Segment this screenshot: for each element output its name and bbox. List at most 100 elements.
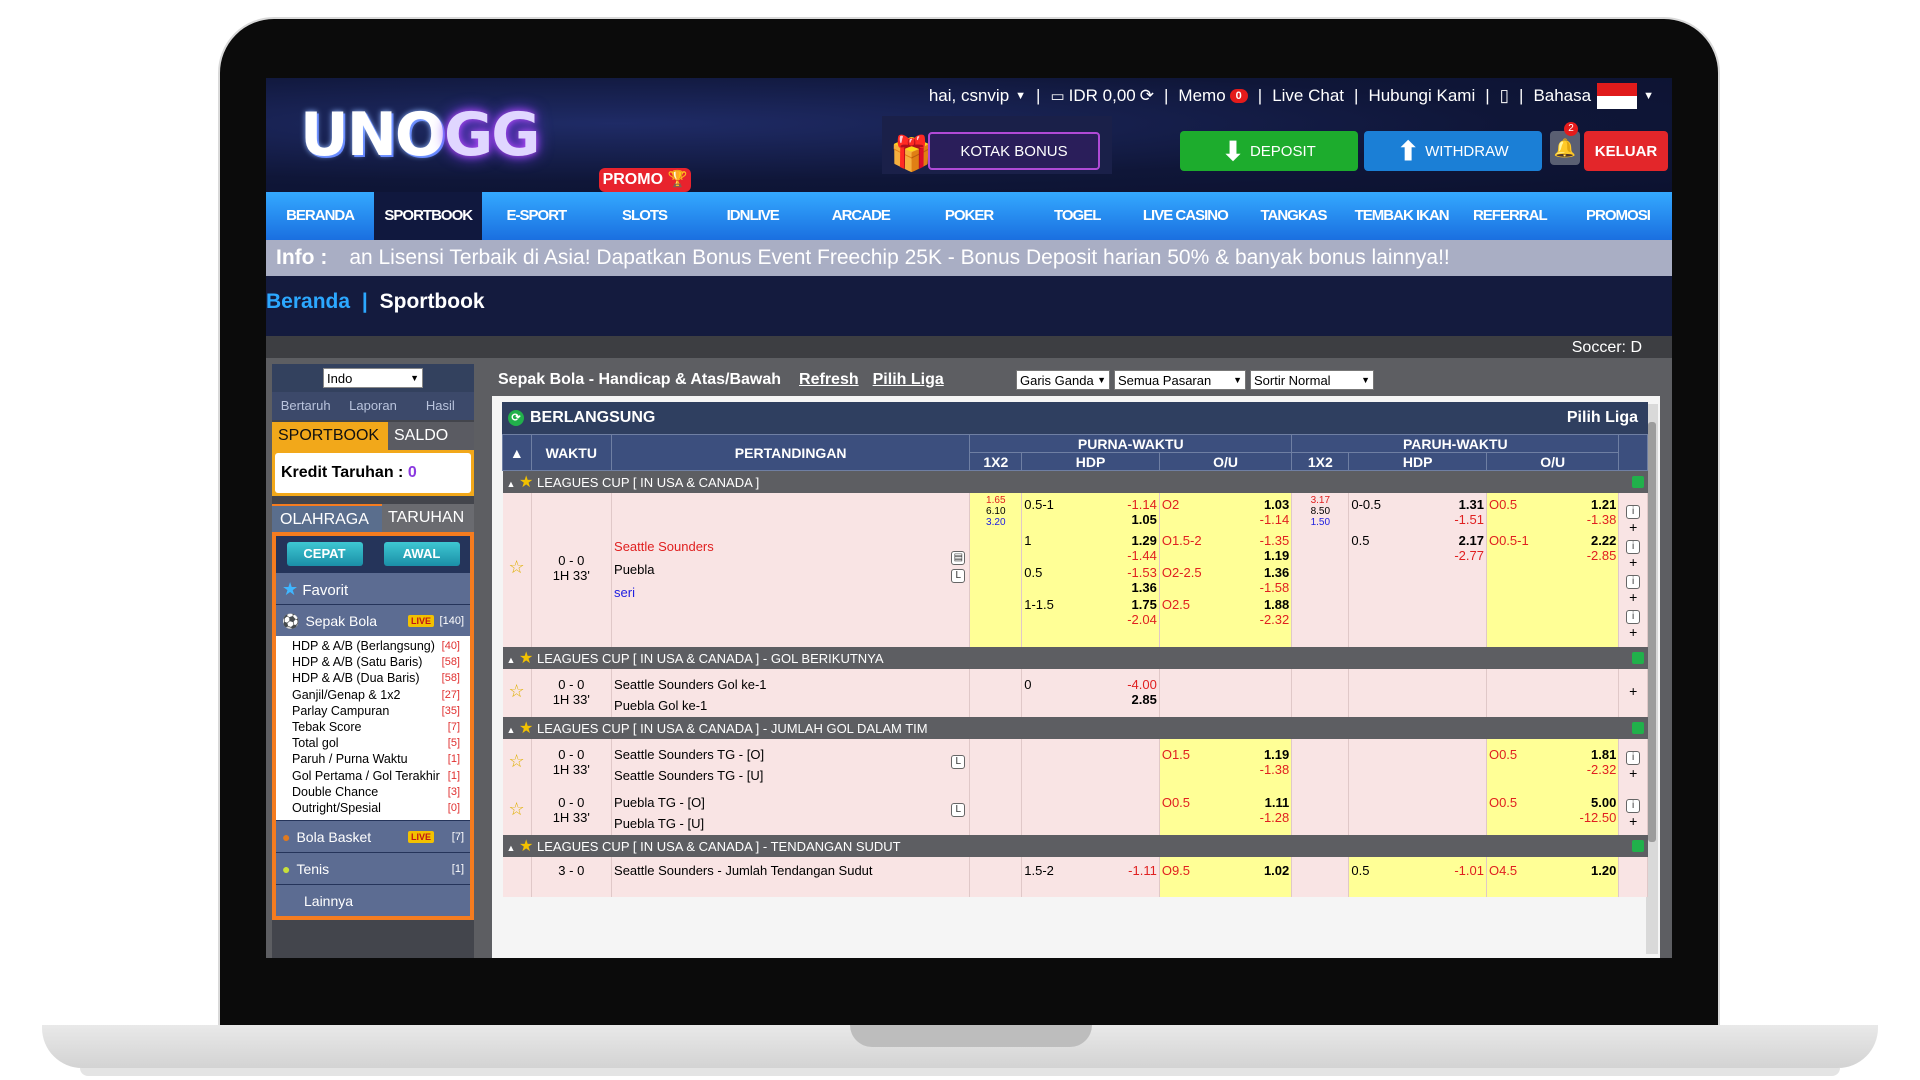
contact-link[interactable]: Hubungi Kami (1368, 86, 1475, 106)
favorite-star-icon[interactable]: ☆ (508, 557, 524, 577)
live-chat-link[interactable]: Live Chat (1272, 86, 1344, 106)
pilih-liga-link[interactable]: Pilih Liga (873, 371, 944, 389)
submenu-item[interactable]: Total gol [5] (292, 735, 470, 751)
tab-taruhan[interactable]: TARUHAN (382, 504, 474, 532)
info-icon[interactable]: i (1626, 574, 1641, 589)
sport-lainnya[interactable]: Lainnya (276, 884, 470, 917)
tab-saldo[interactable]: SALDO (388, 422, 474, 450)
odds-panel-header: Sepak Bola - Handicap & Atas/Bawah Refre… (492, 364, 1660, 396)
favorit-item[interactable]: ★ Favorit (276, 572, 470, 604)
submenu-item[interactable]: Outright/Spesial [0] (292, 800, 470, 816)
plus-icon[interactable]: + (1619, 813, 1647, 829)
nav-arcade[interactable]: ARCADE (807, 192, 915, 240)
tab-sportbook[interactable]: SPORTBOOK (272, 422, 388, 450)
plus-icon[interactable]: + (1629, 683, 1637, 699)
nav-beranda[interactable]: BERANDA (266, 192, 374, 240)
link-laporan[interactable]: Laporan (339, 392, 406, 420)
submenu-item[interactable]: HDP & A/B (Berlangsung) [40] (292, 638, 470, 654)
link-hasil[interactable]: Hasil (407, 392, 474, 420)
promo-tag: PROMO 🏆 (599, 168, 691, 192)
refresh-icon (1631, 839, 1644, 852)
plus-icon[interactable]: + (1619, 554, 1647, 571)
chevron-down-icon[interactable]: ▼ (1643, 90, 1654, 102)
col-1x2-ht: 1X2 (1291, 452, 1350, 471)
nav-slots[interactable]: SLOTS (590, 192, 698, 240)
memo-link[interactable]: Memo (1178, 86, 1225, 106)
favorite-star-icon[interactable]: ☆ (508, 751, 524, 771)
soccer-header: Soccer: D (266, 336, 1672, 358)
nav-poker[interactable]: POKER (915, 192, 1023, 240)
submenu-item[interactable]: Double Chance [3] (292, 784, 470, 800)
sport-sepak-bola[interactable]: ⚽ Sepak Bola LIVE [140] (276, 604, 470, 636)
info-icon[interactable]: i (1626, 609, 1641, 624)
sport-tenis[interactable]: ● Tenis [1] (276, 852, 470, 885)
plus-icon[interactable]: + (1619, 765, 1647, 781)
star-icon: ★ (282, 579, 299, 599)
live-l-icon[interactable]: L (951, 568, 966, 583)
wallet-icon: ▭ (1050, 88, 1065, 105)
info-icon[interactable]: i (1626, 798, 1641, 813)
submenu-item[interactable]: HDP & A/B (Satu Baris) [58] (292, 654, 470, 670)
refresh-link[interactable]: Refresh (799, 371, 859, 389)
submenu-item[interactable]: Paruh / Purna Waktu [1] (292, 751, 470, 767)
nav-tembak-ikan[interactable]: TEMBAK IKAN (1348, 192, 1456, 240)
favorite-star-icon[interactable]: ☆ (508, 799, 524, 819)
bell-icon[interactable]: 🔔 (1550, 131, 1580, 165)
kotak-bonus-button[interactable]: KOTAK BONUS (928, 132, 1100, 170)
nav-sportbook[interactable]: SPORTBOOK (374, 192, 483, 240)
nav-tangkas[interactable]: TANGKAS (1239, 192, 1347, 240)
nav-promosi[interactable]: PROMOSI (1564, 192, 1672, 240)
info-icon[interactable]: i (1626, 539, 1641, 554)
nav-live-casino[interactable]: LIVE CASINO (1131, 192, 1239, 240)
chevron-down-icon[interactable]: ▼ (1015, 90, 1026, 102)
user-greeting[interactable]: hai, csnvip (929, 86, 1009, 106)
info-icon[interactable]: i (1626, 504, 1641, 519)
submenu-item[interactable]: Tebak Score [7] (292, 719, 470, 735)
plus-icon[interactable]: + (1619, 589, 1647, 606)
plus-icon[interactable]: + (1619, 624, 1647, 641)
mobile-icon[interactable]: ▯ (1500, 86, 1509, 106)
live-l-icon[interactable]: L (951, 802, 966, 817)
sort-select[interactable]: Sortir Normal ▼ (1250, 370, 1374, 390)
logout-button[interactable]: KELUAR (1584, 131, 1668, 171)
league-row[interactable]: ▲ ★ LEAGUES CUP [ IN USA & CANADA ] - GO… (502, 646, 1648, 669)
refresh-icon[interactable]: ⟳ (508, 410, 524, 426)
live-l-icon[interactable]: L (951, 754, 966, 769)
soccer-submenu: HDP & A/B (Berlangsung) [40] HDP & A/B (S… (276, 636, 470, 821)
league-row[interactable]: ▲ ★ LEAGUES CUP [ IN USA & CANADA ] - TE… (502, 834, 1648, 857)
sort-arrow-icon[interactable]: ▲ (502, 434, 532, 471)
deposit-button[interactable]: ⬇ DEPOSIT (1180, 131, 1358, 171)
line-select[interactable]: Garis Ganda ▼ (1016, 370, 1110, 390)
nav-togel[interactable]: TOGEL (1023, 192, 1131, 240)
tab-olahraga[interactable]: OLAHRAGA (272, 504, 382, 532)
league-row[interactable]: ▲ ★ LEAGUES CUP [ IN USA & CANADA ] - JU… (502, 716, 1648, 739)
nav-esport[interactable]: E-SPORT (482, 192, 590, 240)
plus-icon[interactable]: + (1619, 519, 1647, 536)
calendar-icon[interactable]: ▤ (951, 550, 966, 565)
indonesia-flag-icon[interactable] (1597, 83, 1638, 109)
submenu-item[interactable]: Ganjil/Genap & 1x2 [27] (292, 687, 470, 703)
nav-referral[interactable]: REFERRAL (1456, 192, 1564, 240)
live-pilih-liga[interactable]: Pilih Liga (1567, 402, 1638, 434)
withdraw-button[interactable]: ⬆ WITHDRAW (1364, 131, 1542, 171)
sport-bola-basket[interactable]: ● Bola Basket LIVE [7] (276, 820, 470, 853)
refresh-icon (1631, 721, 1644, 734)
cepat-button[interactable]: CEPAT (286, 542, 363, 566)
submenu-item[interactable]: HDP & A/B (Dua Baris) [58] (292, 670, 470, 686)
laptop-notch (850, 1025, 1092, 1047)
submenu-item[interactable]: Parlay Campuran [35] (292, 703, 470, 719)
language-label[interactable]: Bahasa (1533, 86, 1591, 106)
tennis-ball-icon: ● (282, 860, 291, 877)
league-row[interactable]: ▲ ★ LEAGUES CUP [ IN USA & CANADA ] (502, 470, 1648, 493)
odds-format-select[interactable]: Indo ▼ (323, 368, 423, 388)
submenu-item[interactable]: Gol Pertama / Gol Terakhir [1] (292, 768, 470, 784)
info-icon[interactable]: i (1626, 750, 1641, 765)
refresh-icon[interactable]: ⟳ (1140, 86, 1154, 106)
market-select[interactable]: Semua Pasaran ▼ (1114, 370, 1246, 390)
nav-idnlive[interactable]: IDNLIVE (699, 192, 807, 240)
logo[interactable]: UNOGG (300, 100, 540, 170)
awal-button[interactable]: AWAL (383, 542, 460, 566)
breadcrumb-home[interactable]: Beranda (266, 290, 350, 313)
link-bertaruh[interactable]: Bertaruh (272, 392, 339, 420)
favorite-star-icon[interactable]: ☆ (508, 681, 524, 701)
